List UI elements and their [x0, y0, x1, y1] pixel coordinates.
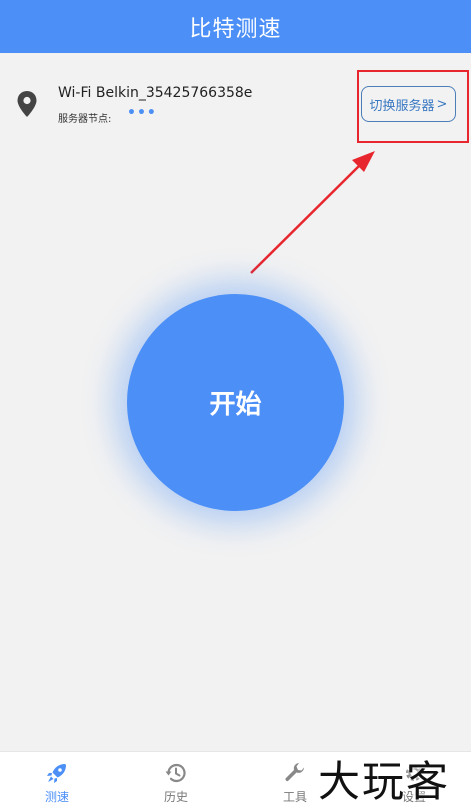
- wifi-name: Wi-Fi Belkin_35425766358e: [58, 85, 253, 101]
- tab-label: 测速: [44, 790, 69, 804]
- history-icon: [165, 763, 186, 783]
- rocket-icon: [47, 764, 66, 783]
- annotation-highlight-box: [357, 70, 469, 143]
- page-title: 比特测速: [189, 16, 282, 42]
- start-button-label: 开始: [209, 390, 262, 420]
- tab-history[interactable]: 历史: [136, 752, 216, 808]
- server-node-value: •••: [127, 105, 157, 121]
- app-header: 比特测速: [0, 0, 471, 53]
- wrench-icon: [285, 763, 304, 782]
- start-button[interactable]: 开始: [127, 294, 344, 511]
- watermark-text: 大玩客: [318, 757, 451, 806]
- location-pin-icon: [17, 91, 37, 117]
- tab-speedtest[interactable]: 测速: [17, 752, 97, 808]
- tab-label: 工具: [282, 790, 307, 804]
- server-node-label: 服务器节点:: [58, 114, 112, 125]
- tab-label: 历史: [163, 790, 188, 804]
